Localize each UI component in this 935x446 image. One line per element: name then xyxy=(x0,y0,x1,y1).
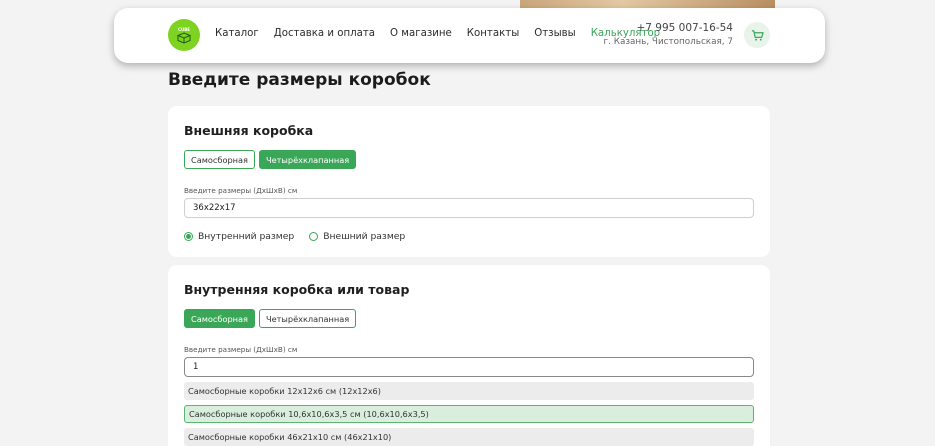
nav-contacts[interactable]: Контакты xyxy=(467,28,519,39)
cart-icon xyxy=(751,29,764,41)
radio-outer-size[interactable]: Внешний размер xyxy=(309,231,405,242)
nav-delivery[interactable]: Доставка и оплата xyxy=(274,28,375,39)
inner-box-type-selector: Самосборная Четырёхклапанная xyxy=(184,309,357,328)
nav-about[interactable]: О магазине xyxy=(390,28,452,39)
suggestion-item[interactable]: Самосборные коробки 46x21x10 см (46x21x1… xyxy=(184,428,754,446)
address-text: г. Казань, Чистопольская, 7 xyxy=(603,37,733,47)
contact-block: +7 995 007-16-54 г. Казань, Чистопольска… xyxy=(603,22,733,47)
outer-dims-label: Введите размеры (ДхШхВ) см xyxy=(184,186,298,195)
outer-type-four-flap[interactable]: Четырёхклапанная xyxy=(258,150,357,169)
site-header: CUBE Каталог Доставка и оплата О магазин… xyxy=(114,8,825,63)
outer-type-self-assembly[interactable]: Самосборная xyxy=(184,150,255,169)
radio-checked-icon xyxy=(184,232,193,241)
inner-type-four-flap[interactable]: Четырёхклапанная xyxy=(258,309,357,328)
inner-type-self-assembly[interactable]: Самосборная xyxy=(184,309,255,328)
outer-box-title: Внешняя коробка xyxy=(184,123,314,138)
outer-dims-input[interactable]: 36x22x17 xyxy=(184,198,754,218)
nav-catalog[interactable]: Каталог xyxy=(215,28,259,39)
hero-image-strip xyxy=(520,0,775,8)
inner-box-title: Внутренняя коробка или товар xyxy=(184,282,410,297)
nav-reviews[interactable]: Отзывы xyxy=(534,28,575,39)
radio-inner-size[interactable]: Внутренний размер xyxy=(184,231,294,242)
page-title: Введите размеры коробок xyxy=(168,70,431,90)
inner-box-card: Внутренняя коробка или товар Самосборная… xyxy=(168,265,770,446)
box-icon xyxy=(177,31,191,44)
phone-link[interactable]: +7 995 007-16-54 xyxy=(603,22,733,34)
suggestion-item[interactable]: Самосборные коробки 12x12x6 см (12x12x6) xyxy=(184,382,754,400)
outer-box-type-selector: Самосборная Четырёхклапанная xyxy=(184,150,357,169)
inner-dims-label: Введите размеры (ДхШхВ) см xyxy=(184,345,298,354)
radio-unchecked-icon xyxy=(309,232,319,241)
radio-inner-size-label: Внутренний размер xyxy=(198,231,295,242)
suggestion-item-highlighted[interactable]: Самосборные коробки 10,6x10,6x3,5 см (10… xyxy=(184,405,754,423)
outer-box-card: Внешняя коробка Самосборная Четырёхклапа… xyxy=(168,106,770,257)
radio-outer-size-label: Внешний размер xyxy=(323,231,406,242)
inner-dims-input[interactable]: 1 xyxy=(184,357,754,377)
cart-button[interactable] xyxy=(744,22,770,48)
logo[interactable]: CUBE xyxy=(168,19,200,51)
size-type-radios: Внутренний размер Внешний размер xyxy=(184,231,405,242)
